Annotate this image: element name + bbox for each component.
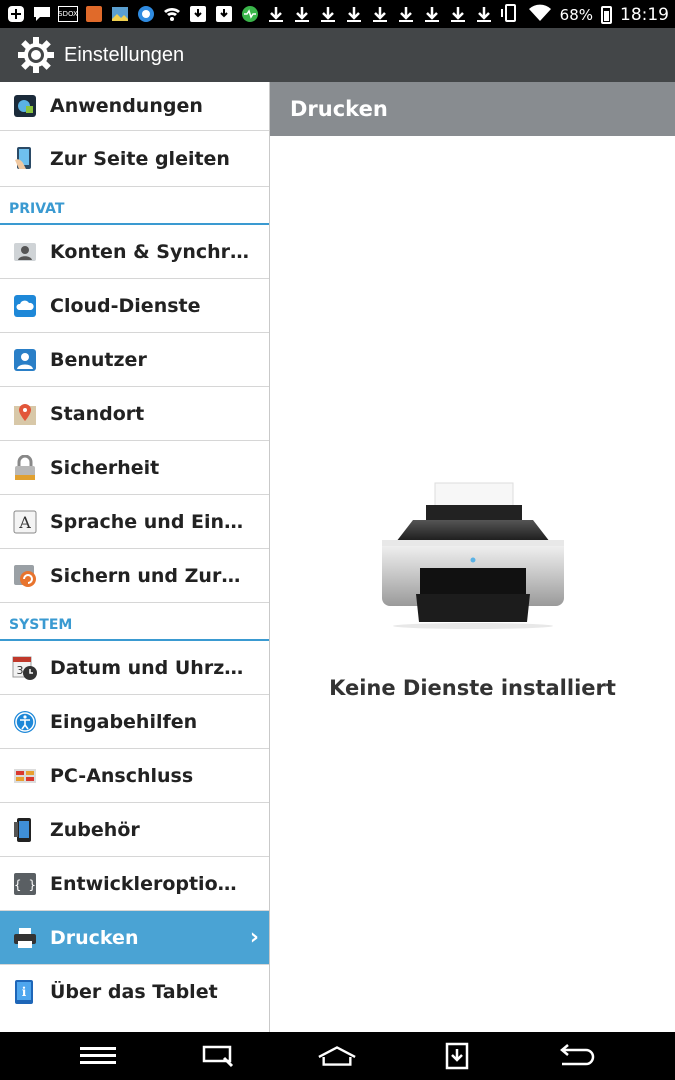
download-icon [344,4,364,24]
status-bar: SDOX 68% 18:19 [0,0,675,28]
settings-item-label: Sichern und Zurücksetzen [50,564,250,587]
app-icon [84,4,104,24]
battery-percent: 68% [559,6,593,24]
user-icon [12,347,38,373]
back-icon[interactable] [556,1040,596,1072]
detail-header: Drucken [270,82,675,136]
settings-list[interactable]: Anwendungen Zur Seite gleiten PRIVAT Kon… [0,82,270,1032]
settings-item-about[interactable]: i Über das Tablet [0,965,269,1019]
rotation-icon [500,3,520,27]
svg-text:A: A [18,513,31,532]
notification-icons: SDOX [6,4,494,24]
settings-item-accounts[interactable]: Konten & Synchronisation [0,225,269,279]
battery-icon [601,6,612,24]
download-icon [396,4,416,24]
settings-item-printing[interactable]: Drucken › [0,911,269,965]
svg-text:3: 3 [17,664,24,677]
wifi-small-icon [162,4,182,24]
activity-icon [240,4,260,24]
calendar-clock-icon: 3 [12,655,38,681]
chevron-right-icon: › [249,925,259,950]
printer-icon [12,925,38,951]
status-right: 68% 18:19 [500,3,669,27]
section-header-system: SYSTEM [0,603,269,641]
settings-item-label: Sicherheit [50,456,160,479]
download-icon [292,4,312,24]
quick-memo-icon[interactable] [198,1040,238,1072]
settings-item-label: Benutzer [50,348,147,371]
settings-item-anwendungen[interactable]: Anwendungen [0,82,269,131]
clock: 18:19 [620,5,669,25]
navigation-bar [0,1032,675,1080]
app-title: Einstellungen [64,43,185,66]
download-icon [318,4,338,24]
settings-item-users[interactable]: Benutzer [0,333,269,387]
settings-item-swipe[interactable]: Zur Seite gleiten [0,131,269,187]
settings-item-label: Cloud-Dienste [50,294,201,317]
settings-item-label: Konten & Synchronisation [50,240,250,263]
apps-icon [12,93,38,119]
wifi-icon [528,3,552,27]
add-icon [6,4,26,24]
settings-item-date-time[interactable]: 3 Datum und Uhrzeit [0,641,269,695]
accessory-icon [12,817,38,843]
download-box-icon [214,4,234,24]
settings-item-label: PC-Anschluss [50,764,194,787]
menu-icon[interactable] [78,1040,118,1072]
detail-title: Drucken [290,97,388,121]
settings-item-label: Anwendungen [50,95,203,117]
svg-text:{ }: { } [14,878,36,892]
settings-item-label: Datum und Uhrzeit [50,656,250,679]
settings-item-label: Über das Tablet [50,981,218,1003]
settings-item-label: Zubehör [50,818,140,841]
settings-item-label: Zur Seite gleiten [50,147,230,170]
developer-icon: { } [12,871,38,897]
settings-item-security[interactable]: Sicherheit [0,441,269,495]
photo-icon [110,4,130,24]
settings-item-label: Sprache und Eingabe [50,510,250,533]
settings-item-accessory[interactable]: Zubehör [0,803,269,857]
backup-icon [12,563,38,589]
info-icon: i [12,979,38,1005]
settings-item-label: Eingabehilfen [50,710,198,733]
settings-item-cloud[interactable]: Cloud-Dienste [0,279,269,333]
settings-item-language[interactable]: A Sprache und Eingabe [0,495,269,549]
printer-illustration [378,480,568,634]
empty-state-message: Keine Dienste installiert [329,676,616,700]
lock-icon [12,454,38,481]
download-icon [266,4,286,24]
settings-item-accessibility[interactable]: Eingabehilfen [0,695,269,749]
settings-item-label: Entwickleroptionen [50,872,250,895]
download-icon [422,4,442,24]
svg-text:i: i [22,985,27,999]
section-header-privat: PRIVAT [0,187,269,225]
download-icon [474,4,494,24]
download-icon [370,4,390,24]
sdox-icon: SDOX [58,6,78,22]
notes-icon[interactable] [437,1040,477,1072]
download-icon [448,4,468,24]
download-box-icon [188,4,208,24]
settings-item-backup[interactable]: Sichern und Zurücksetzen [0,549,269,603]
pc-connection-icon [12,763,38,789]
settings-item-label: Standort [50,402,145,425]
app-bar: Einstellungen [0,28,675,82]
settings-item-label: Drucken [50,926,139,949]
settings-item-location[interactable]: Standort [0,387,269,441]
gear-icon[interactable] [16,35,56,75]
location-icon [12,401,38,427]
accounts-icon [12,239,38,265]
settings-item-pc-connection[interactable]: PC-Anschluss [0,749,269,803]
settings-item-developer[interactable]: { } Entwickleroptionen [0,857,269,911]
chat-icon [32,4,52,24]
language-icon: A [12,509,38,535]
swipe-icon [12,146,38,172]
cloud-icon [12,293,38,319]
home-icon[interactable] [317,1040,357,1072]
accessibility-icon [12,709,38,735]
messenger-icon [136,4,156,24]
